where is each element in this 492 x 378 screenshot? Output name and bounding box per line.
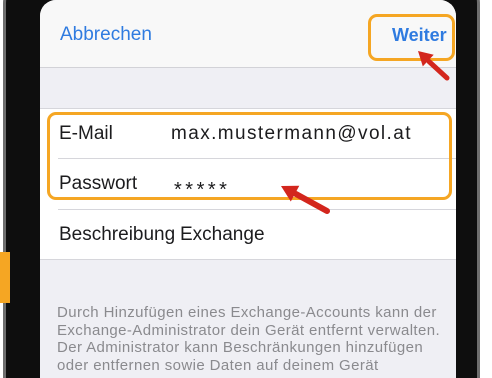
description-label: Beschreibung xyxy=(59,224,176,245)
footer-note: Durch Hinzufügen eines Exchange-Accounts… xyxy=(57,304,452,374)
page-side-marker xyxy=(0,252,10,303)
footer-line: Der Administrator kann Beschränkungen hi… xyxy=(57,339,424,356)
footer-line: Exchange-Administrator dein Gerät entfer… xyxy=(57,321,441,339)
description-row[interactable]: Beschreibung xyxy=(40,210,456,260)
highlight-box-credentials xyxy=(47,112,452,200)
description-field[interactable] xyxy=(180,222,440,248)
footer-line: Durch Hinzufügen eines Exchange-Accounts… xyxy=(57,304,437,321)
footer-line: oder entfernen sowie Daten auf deinem Ge… xyxy=(57,356,379,374)
cancel-button[interactable]: Abbrechen xyxy=(60,23,152,47)
highlight-box-next-button xyxy=(368,14,455,61)
